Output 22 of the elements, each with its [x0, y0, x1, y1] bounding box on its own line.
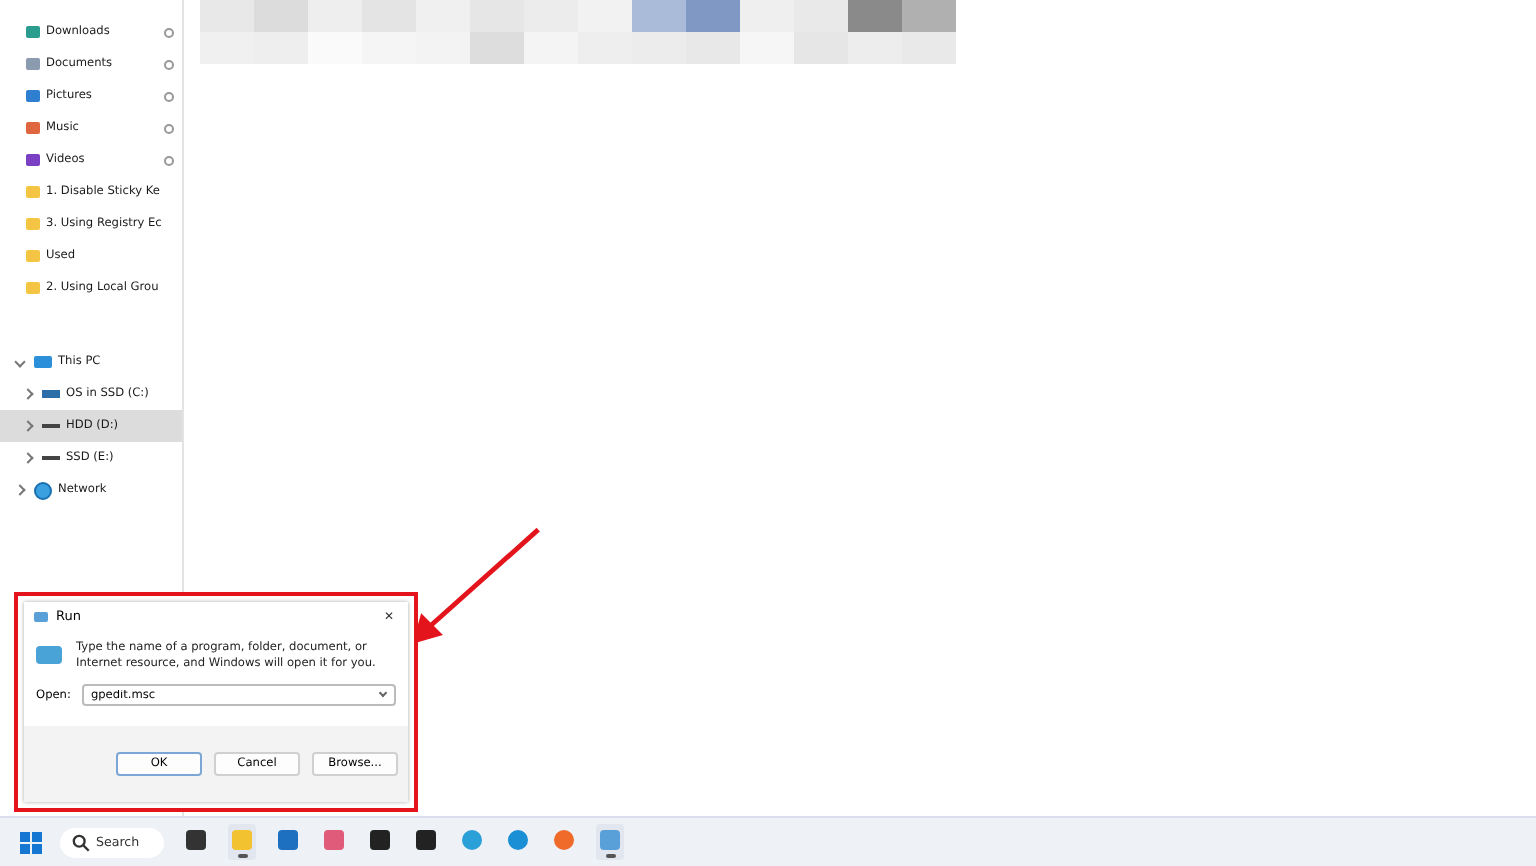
- folder-icon: [26, 282, 40, 294]
- chevron-icon: [22, 452, 34, 464]
- library-icon: [26, 26, 40, 38]
- search-icon: [72, 833, 90, 851]
- caret-icon: [378, 688, 388, 698]
- chevron-icon: [14, 356, 26, 368]
- monitor-icon: [34, 356, 52, 368]
- library-icon: [26, 122, 40, 134]
- windows-icon[interactable]: [20, 831, 42, 853]
- library-icon: [26, 154, 40, 166]
- app-icon[interactable]: [596, 824, 624, 860]
- chevron-icon: [22, 420, 34, 432]
- library-icon: [26, 58, 40, 70]
- folder-icon: [26, 186, 40, 198]
- app-icon[interactable]: [228, 824, 256, 860]
- chevron-icon: [22, 388, 34, 400]
- drive-icon: [42, 390, 60, 398]
- chevron-icon: [14, 484, 26, 496]
- folder-icon: [26, 250, 40, 262]
- folder-icon: [26, 218, 40, 230]
- library-icon: [26, 90, 40, 102]
- network-icon: [34, 481, 52, 499]
